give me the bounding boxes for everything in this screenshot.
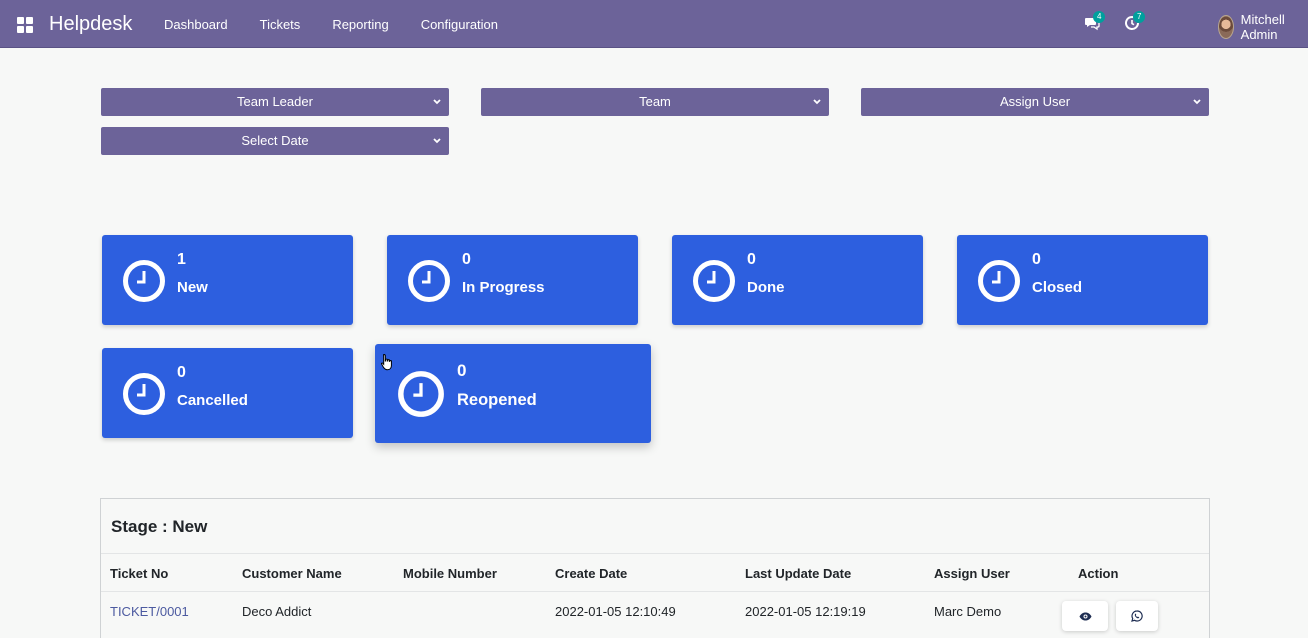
clock-icon xyxy=(123,260,165,302)
header-mobile-number: Mobile Number xyxy=(403,566,497,581)
header-customer-name: Customer Name xyxy=(242,566,342,581)
card-in-progress[interactable]: 0 In Progress xyxy=(387,235,638,325)
avatar xyxy=(1217,15,1234,39)
assign-user-select[interactable]: Assign User xyxy=(861,88,1209,116)
whatsapp-button[interactable] xyxy=(1116,601,1158,631)
menu-dashboard[interactable]: Dashboard xyxy=(148,17,244,32)
card-label: Done xyxy=(747,279,785,296)
clock-icon xyxy=(123,373,165,415)
chevron-down-icon xyxy=(433,138,441,144)
team-select[interactable]: Team xyxy=(481,88,829,116)
team-leader-select[interactable]: Team Leader xyxy=(101,88,449,116)
activities-badge: 7 xyxy=(1133,11,1146,23)
card-count: 1 xyxy=(177,251,186,268)
hand-cursor-icon xyxy=(381,353,392,371)
chevron-down-icon xyxy=(813,99,821,105)
divider xyxy=(101,553,1209,554)
messages-icon[interactable]: 4 xyxy=(1084,11,1106,33)
card-cancelled[interactable]: 0 Cancelled xyxy=(102,348,353,438)
stage-title: Stage : New xyxy=(111,517,208,536)
create-date-cell: 2022-01-05 12:10:49 xyxy=(555,604,676,619)
menu-reporting[interactable]: Reporting xyxy=(316,17,404,32)
header-create-date: Create Date xyxy=(555,566,628,581)
app-brand[interactable]: Helpdesk xyxy=(49,13,132,36)
messages-badge: 4 xyxy=(1093,11,1106,23)
team-select-value: Team xyxy=(639,94,671,109)
card-closed[interactable]: 0 Closed xyxy=(957,235,1208,325)
card-new[interactable]: 1 New xyxy=(102,235,353,325)
customer-name-cell: Deco Addict xyxy=(242,604,312,619)
card-label: In Progress xyxy=(462,279,545,296)
chevron-down-icon xyxy=(433,99,441,105)
card-done[interactable]: 0 Done xyxy=(672,235,923,325)
card-count: 0 xyxy=(177,364,186,381)
assign-user-select-value: Assign User xyxy=(999,94,1071,109)
clock-icon xyxy=(408,260,450,302)
menu-configuration[interactable]: Configuration xyxy=(405,17,514,32)
assign-user-cell: Marc Demo xyxy=(934,604,1002,619)
last-update-date-cell: 2022-01-05 12:19:19 xyxy=(745,604,866,619)
select-date-select[interactable]: Select Date xyxy=(101,127,449,155)
team-leader-select-value: Team Leader xyxy=(237,94,313,109)
user-menu[interactable]: Mitchell Admin xyxy=(1217,12,1293,42)
stage-table-panel: Stage : New Ticket No Customer Name Mobi… xyxy=(100,498,1210,638)
chevron-down-icon xyxy=(1193,99,1201,105)
clock-icon xyxy=(693,260,735,302)
clock-icon xyxy=(978,260,1020,302)
card-reopened[interactable]: 0 Reopened xyxy=(375,344,651,443)
header-last-update-date: Last Update Date xyxy=(745,566,852,581)
card-label: Reopened xyxy=(457,391,537,409)
card-count: 0 xyxy=(457,361,467,380)
card-count: 0 xyxy=(1032,251,1041,268)
user-name: Mitchell Admin xyxy=(1240,12,1285,42)
card-label: New xyxy=(177,279,208,296)
card-count: 0 xyxy=(462,251,471,268)
apps-menu-icon[interactable] xyxy=(17,17,33,33)
clock-icon xyxy=(398,371,444,417)
header-ticket-no: Ticket No xyxy=(110,566,169,581)
main-menu: Dashboard Tickets Reporting Configuratio… xyxy=(148,0,514,48)
card-label: Cancelled xyxy=(177,392,248,409)
card-label: Closed xyxy=(1032,279,1083,296)
menu-tickets[interactable]: Tickets xyxy=(244,17,317,32)
top-navbar: Helpdesk Dashboard Tickets Reporting Con… xyxy=(0,0,1308,48)
activities-icon[interactable]: 7 xyxy=(1124,11,1146,33)
header-action: Action xyxy=(1078,566,1119,581)
header-assign-user: Assign User xyxy=(934,566,1010,581)
card-count: 0 xyxy=(747,251,756,268)
whatsapp-icon xyxy=(1131,610,1143,622)
select-date-select-value: Select Date xyxy=(241,133,309,148)
view-ticket-button[interactable] xyxy=(1062,601,1108,631)
eye-icon xyxy=(1079,612,1091,620)
divider xyxy=(101,591,1209,592)
ticket-no-link[interactable]: TICKET/0001 xyxy=(110,604,189,619)
